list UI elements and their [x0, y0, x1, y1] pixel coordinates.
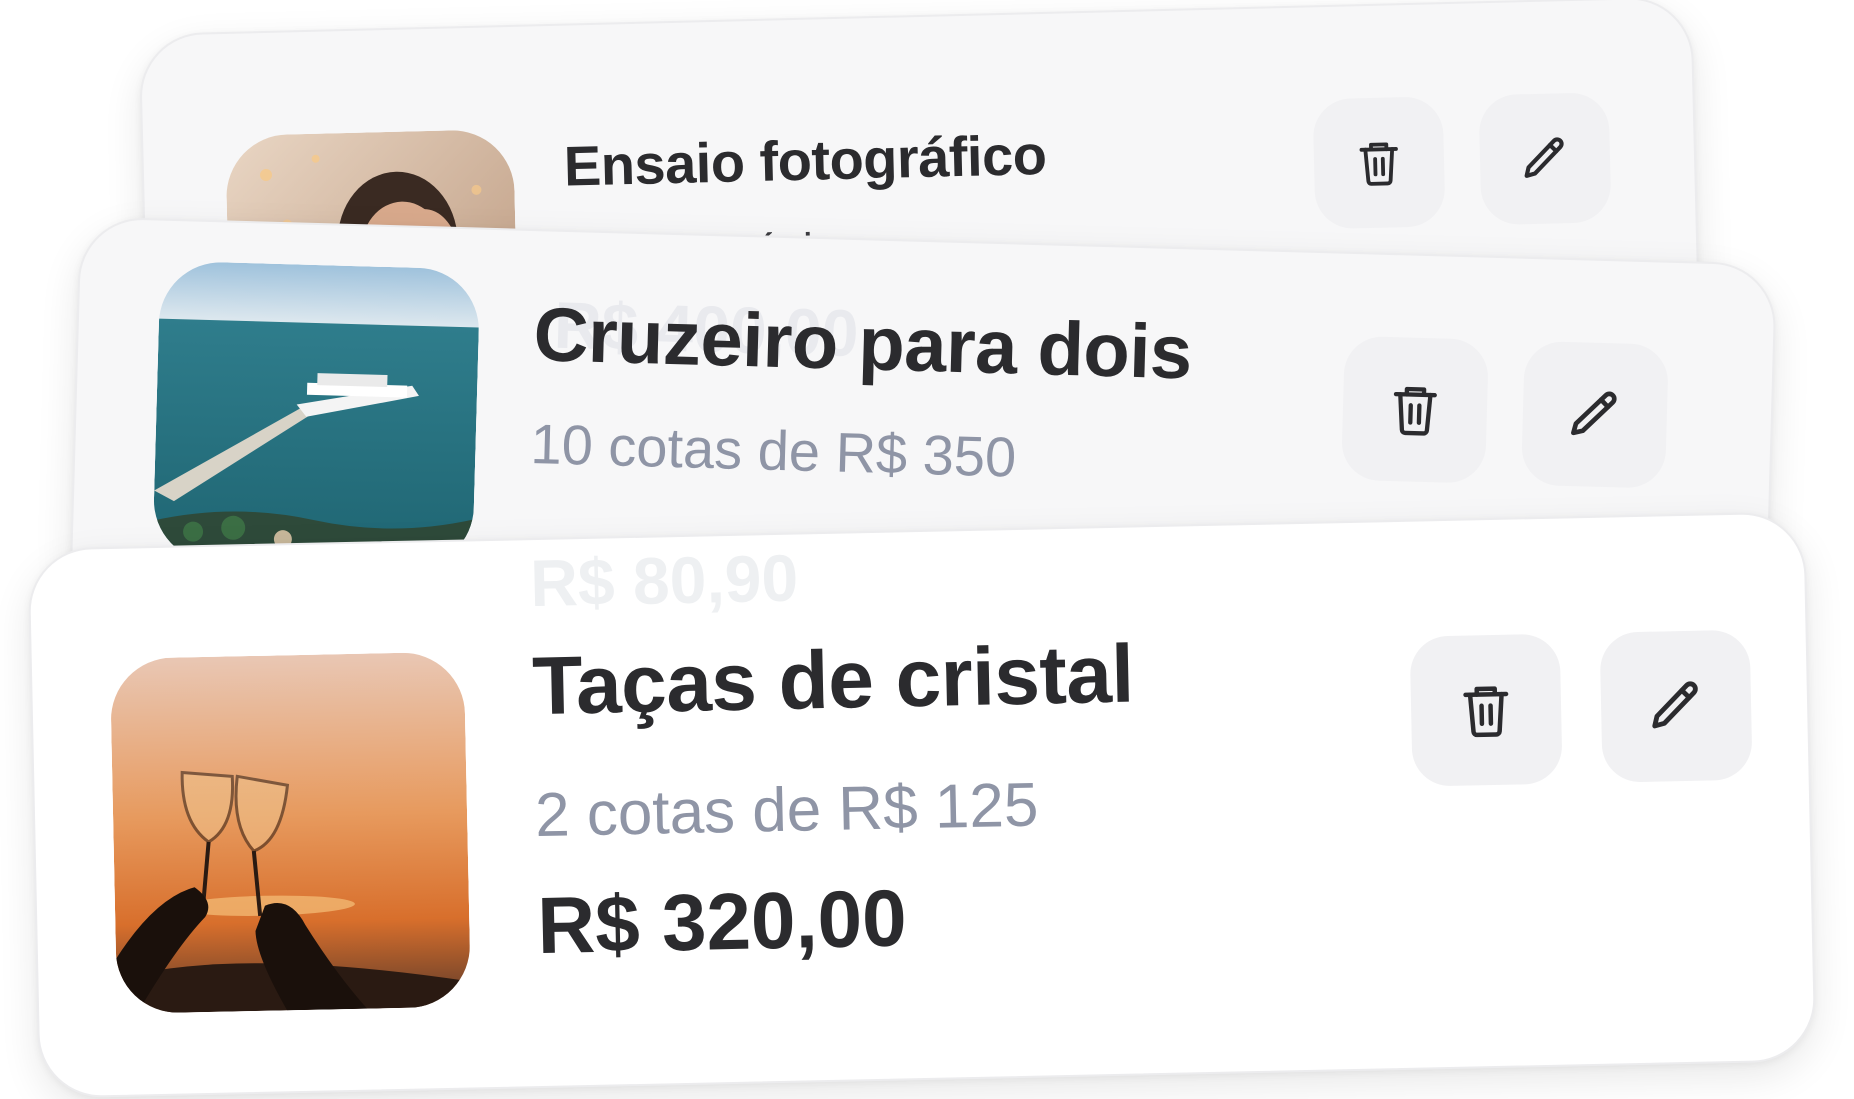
trash-icon [1463, 686, 1509, 738]
gift-subtitle: 2 cotas de R$ 125 [534, 770, 1039, 851]
gift-image-cruise [152, 260, 481, 570]
pencil-icon [1652, 681, 1698, 729]
edit-button[interactable] [1478, 92, 1612, 226]
gift-title: Taças de cristal [531, 628, 1135, 733]
edit-button[interactable] [1599, 629, 1753, 783]
delete-button[interactable] [1312, 96, 1446, 230]
gift-subtitle: 10 cotas de R$ 350 [529, 412, 1018, 489]
pencil-icon [1571, 391, 1617, 436]
gift-title: Cruzeiro para dois [532, 292, 1193, 396]
delete-button[interactable] [1409, 633, 1563, 787]
trash-icon [1393, 386, 1437, 436]
edit-button[interactable] [1520, 340, 1669, 489]
trash-icon [1359, 142, 1398, 186]
ghost-price: R$ 80,90 [529, 540, 799, 621]
delete-button[interactable] [1340, 335, 1489, 484]
gift-image-wine-glasses [109, 651, 472, 1014]
pencil-icon [1524, 137, 1564, 178]
gift-title: Ensaio fotográfico [563, 122, 1048, 198]
gift-price: R$ 320,00 [536, 873, 908, 971]
gift-card-tacas[interactable]: R$ 80,90 Taças de cristal 2 cotas de R$ … [27, 511, 1817, 1099]
